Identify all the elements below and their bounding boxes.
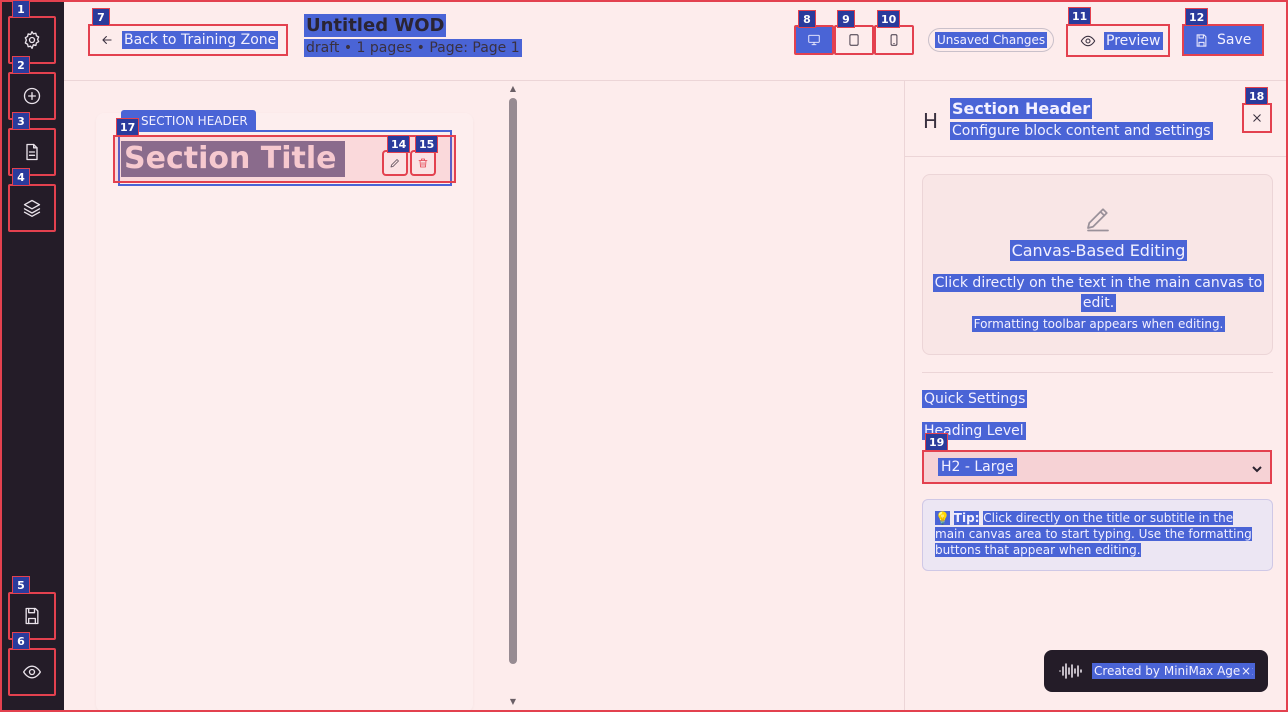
document-meta: draft • 1 pages • Page: Page 1 [304,39,522,57]
desktop-view-button[interactable] [794,25,834,55]
created-by-text: Created by MiniMax Agent [1092,663,1255,679]
marker-18: 18 [1245,87,1269,105]
waveform-icon [1059,663,1082,679]
pencil-icon [390,159,399,168]
marker-7: 7 [92,8,110,26]
block-settings-panel: H Section Header Configure block content… [904,81,1288,712]
eye-icon [1080,35,1096,46]
preview-button[interactable]: Preview [1066,24,1170,57]
marker-4: 4 [12,168,30,186]
marker-5: 5 [12,576,30,594]
marker-10: 10 [877,10,901,28]
left-rail [0,0,64,712]
heading-icon: H [923,109,939,133]
scroll-down-arrow[interactable]: ▼ [507,697,519,707]
badge-close-button[interactable]: × [1240,663,1252,679]
panel-title: Section Header [950,98,1093,119]
tablet-view-button[interactable] [834,25,874,55]
marker-9: 9 [837,10,855,28]
chevron-down-icon [1252,462,1262,473]
layers-icon [23,199,41,217]
top-bar: Back to Training Zone Untitled WOD draft… [64,0,1288,81]
tip-box: 💡 Tip: Click directly on the title or su… [922,499,1273,571]
plus-circle-icon [23,87,41,105]
marker-3: 3 [12,112,30,130]
close-icon [1253,114,1261,122]
back-label: Back to Training Zone [122,31,279,49]
mobile-view-button[interactable] [874,25,914,55]
tip-label: Tip: [953,511,980,525]
panel-header: H Section Header Configure block content… [905,81,1288,157]
heading-level-select[interactable]: H2 - Large [922,450,1272,484]
layers-button[interactable] [8,184,56,232]
info-small-text: Formatting toolbar appears when editing. [971,316,1226,332]
eye-icon [23,665,41,679]
marker-19: 19 [925,433,949,451]
quick-settings-heading: Quick Settings [922,390,1028,408]
created-by-badge[interactable]: Created by MiniMax Agent × [1044,650,1268,692]
trash-icon [418,158,428,168]
title-block: Untitled WOD draft • 1 pages • Page: Pag… [304,14,522,57]
scrollbar-thumb[interactable] [509,98,517,664]
preview-label: Preview [1104,31,1163,50]
panel-subtitle: Configure block content and settings [950,122,1213,140]
arrow-left-icon [102,35,112,45]
marker-15: 15 [415,135,439,153]
document-icon [26,143,38,161]
rail-preview-button[interactable] [8,648,56,696]
page-canvas[interactable] [96,113,473,712]
phone-icon [890,34,898,46]
scroll-up-arrow[interactable]: ▲ [507,84,519,94]
marker-14: 14 [387,135,411,153]
save-icon [25,607,39,625]
tip-icon: 💡 [935,511,950,525]
marker-12: 12 [1185,8,1209,26]
marker-17: 17 [116,118,140,136]
view-mode-group [794,25,914,55]
gear-icon [24,31,40,49]
unsaved-label: Unsaved Changes [935,32,1048,48]
unsaved-badge: Unsaved Changes [928,28,1055,52]
document-title: Untitled WOD [304,14,447,37]
heading-level-value: H2 - Large [938,458,1017,476]
marker-8: 8 [798,10,816,28]
tip-text: Click directly on the title or subtitle … [935,511,1252,557]
divider [922,372,1273,373]
marker-11: 11 [1068,7,1092,25]
marker-2: 2 [12,56,30,74]
info-text: Click directly on the text in the main c… [932,274,1265,312]
save-icon [1196,33,1207,47]
section-title-text[interactable]: Section Title [121,141,345,177]
marker-6: 6 [12,632,30,650]
tablet-icon [849,34,859,46]
marker-1: 1 [12,0,30,18]
monitor-icon [808,34,820,46]
block-type-label: SECTION HEADER [141,114,248,128]
back-button[interactable]: Back to Training Zone [88,24,288,56]
save-button[interactable]: Save [1182,24,1264,56]
close-panel-button[interactable] [1242,103,1272,133]
pencil-icon [1083,203,1113,233]
save-label: Save [1217,32,1252,48]
info-title: Canvas-Based Editing [1009,240,1188,261]
canvas-editing-card: Canvas-Based Editing Click directly on t… [922,174,1273,355]
block-type-tag: SECTION HEADER [121,110,256,132]
